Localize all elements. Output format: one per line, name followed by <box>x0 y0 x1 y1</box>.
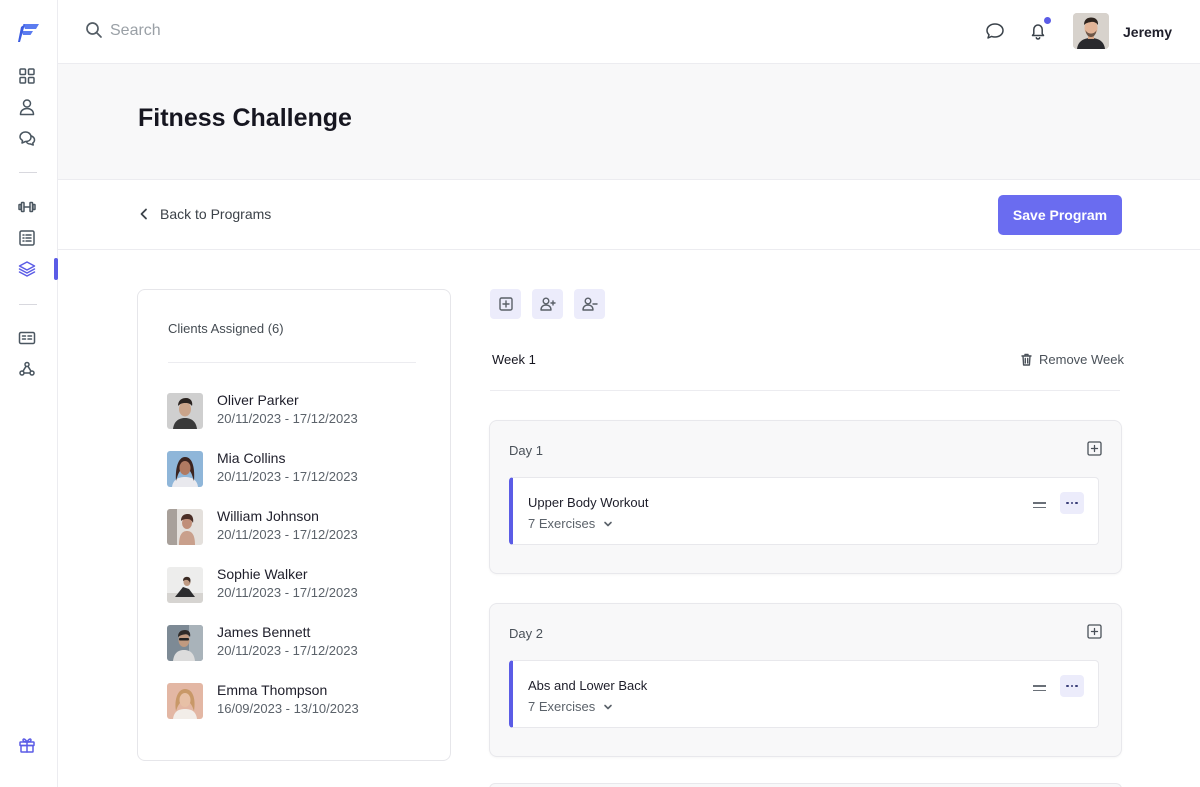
workout-item[interactable]: Abs and Lower Back 7 Exercises <box>509 660 1099 728</box>
remove-client-button[interactable] <box>574 289 605 319</box>
workout-name: Abs and Lower Back <box>528 678 648 693</box>
save-program-button[interactable]: Save Program <box>998 195 1122 235</box>
add-workout-icon <box>1087 441 1102 456</box>
add-workout-icon <box>1087 624 1102 639</box>
client-name: Sophie Walker <box>217 566 308 582</box>
page-title: Fitness Challenge <box>138 104 352 132</box>
remove-week-label: Remove Week <box>1039 352 1125 367</box>
clients-assigned-card: Clients Assigned (6) Oliver Parker 20/11… <box>137 289 451 761</box>
webhook-icon[interactable] <box>17 359 37 379</box>
drag-handle-icon[interactable] <box>1033 502 1047 510</box>
brand-logo[interactable] <box>17 20 43 44</box>
day-card <box>489 783 1122 787</box>
chat-bubbles-icon[interactable] <box>17 128 37 148</box>
client-avatar <box>167 509 203 545</box>
client-dates: 20/11/2023 - 17/12/2023 <box>217 469 358 484</box>
client-dates: 20/11/2023 - 17/12/2023 <box>217 411 358 426</box>
remove-client-icon <box>581 297 598 311</box>
client-avatar <box>167 567 203 603</box>
page-header: Fitness Challenge <box>58 64 1200 180</box>
add-day-button[interactable] <box>490 289 521 319</box>
chevron-down-icon <box>604 521 613 526</box>
client-item[interactable]: Mia Collins 20/11/2023 - 17/12/2023 <box>167 448 427 488</box>
week-divider <box>490 390 1120 391</box>
client-item[interactable]: Emma Thompson 16/09/2023 - 13/10/2023 <box>167 680 427 720</box>
client-item[interactable]: Sophie Walker 20/11/2023 - 17/12/2023 <box>167 564 427 604</box>
id-card-icon[interactable] <box>17 328 37 348</box>
week-label: Week 1 <box>492 352 536 367</box>
dumbbell-icon[interactable] <box>17 197 37 217</box>
client-name: William Johnson <box>217 508 319 524</box>
add-workout-button[interactable] <box>1087 624 1103 640</box>
bell-icon[interactable] <box>1027 17 1051 42</box>
top-bar: Jeremy <box>58 0 1200 64</box>
day-card: Day 1 Upper Body Workout 7 Exercises <box>489 420 1122 574</box>
client-item[interactable]: Oliver Parker 20/11/2023 - 17/12/2023 <box>167 390 427 430</box>
client-name: Oliver Parker <box>217 392 299 408</box>
add-day-icon <box>498 297 513 311</box>
day-label: Day 1 <box>509 443 543 458</box>
action-row: Back to Programs Save Program <box>58 180 1200 250</box>
exercises-count: 7 Exercises <box>528 699 596 714</box>
message-icon[interactable] <box>984 20 1006 42</box>
gift-icon[interactable] <box>17 735 37 755</box>
exercises-dropdown[interactable]: 7 Exercises <box>528 699 613 714</box>
exercises-dropdown[interactable]: 7 Exercises <box>528 516 613 531</box>
client-item[interactable]: James Bennett 20/11/2023 - 17/12/2023 <box>167 622 427 662</box>
exercises-count: 7 Exercises <box>528 516 596 531</box>
client-avatar <box>167 625 203 661</box>
workout-name: Upper Body Workout <box>528 495 649 510</box>
day-label: Day 2 <box>509 626 543 641</box>
client-dates: 16/09/2023 - 13/10/2023 <box>217 701 359 716</box>
workout-item[interactable]: Upper Body Workout 7 Exercises <box>509 477 1099 545</box>
search-input[interactable] <box>110 18 410 44</box>
add-client-button[interactable] <box>532 289 563 319</box>
trash-icon <box>1021 353 1032 366</box>
back-link-label: Back to Programs <box>160 206 272 222</box>
active-indicator <box>54 258 58 280</box>
layers-icon[interactable] <box>17 259 37 279</box>
user-name[interactable]: Jeremy <box>1123 24 1172 40</box>
more-options-button[interactable] <box>1060 675 1084 697</box>
back-to-programs-link[interactable]: Back to Programs <box>138 206 271 222</box>
avatar[interactable] <box>1073 13 1109 49</box>
client-avatar <box>167 683 203 719</box>
drag-handle-icon[interactable] <box>1033 685 1047 693</box>
client-dates: 20/11/2023 - 17/12/2023 <box>217 643 358 658</box>
chevron-left-icon <box>140 208 147 220</box>
client-dates: 20/11/2023 - 17/12/2023 <box>217 527 358 542</box>
remove-week-button[interactable]: Remove Week <box>1020 352 1124 367</box>
add-client-icon <box>539 297 556 311</box>
notification-dot <box>1044 17 1051 24</box>
client-avatar <box>167 393 203 429</box>
user-icon[interactable] <box>17 97 37 117</box>
list-icon[interactable] <box>17 228 37 248</box>
clients-title: Clients Assigned (6) <box>168 321 284 336</box>
add-workout-button[interactable] <box>1087 441 1103 457</box>
sidebar-divider <box>19 172 37 173</box>
client-name: Mia Collins <box>217 450 286 466</box>
day-card: Day 2 Abs and Lower Back 7 Exercises <box>489 603 1122 757</box>
client-name: James Bennett <box>217 624 311 640</box>
client-avatar <box>167 451 203 487</box>
more-options-button[interactable] <box>1060 492 1084 514</box>
client-item[interactable]: William Johnson 20/11/2023 - 17/12/2023 <box>167 506 427 546</box>
sidebar <box>0 0 58 787</box>
client-dates: 20/11/2023 - 17/12/2023 <box>217 585 358 600</box>
sidebar-divider <box>19 304 37 305</box>
search-icon <box>85 21 103 39</box>
clients-divider <box>168 362 416 363</box>
dashboard-icon[interactable] <box>17 66 37 86</box>
chevron-down-icon <box>604 704 613 709</box>
client-name: Emma Thompson <box>217 682 328 698</box>
